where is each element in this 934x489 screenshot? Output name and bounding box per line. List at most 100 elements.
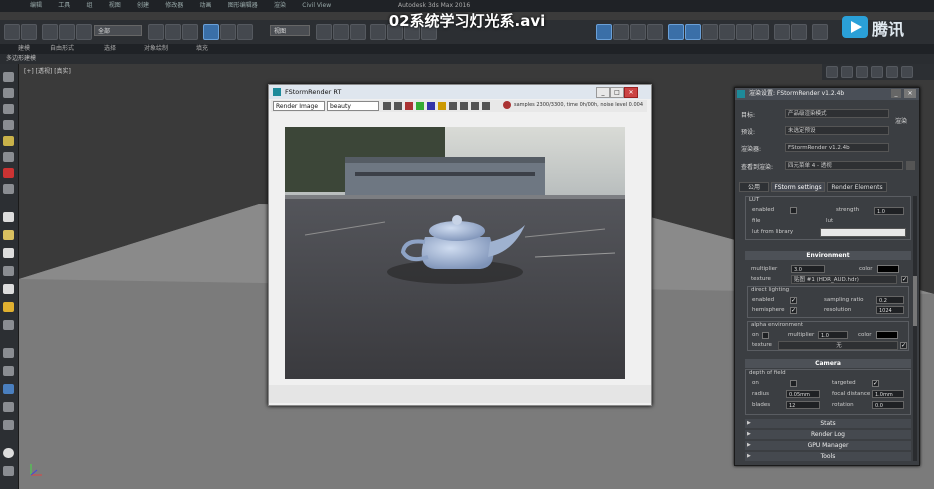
ribbon-tab-populate[interactable]: 填充 (196, 44, 208, 54)
fit-icon[interactable] (471, 102, 479, 110)
tool-icon-2[interactable] (3, 88, 14, 98)
preset-dropdown[interactable]: beauty (327, 101, 379, 111)
region-icon[interactable] (449, 102, 457, 110)
tool-icon-15[interactable] (3, 320, 14, 330)
lut-enabled-checkbox[interactable] (790, 207, 797, 214)
zoom-icon[interactable] (460, 102, 468, 110)
rollout-gpu-manager[interactable]: ▶ GPU Manager (745, 441, 911, 450)
dof-on-label: on (752, 380, 759, 386)
ball-icon[interactable] (3, 448, 14, 458)
environment-header[interactable]: Environment (745, 251, 911, 260)
save-image-icon[interactable] (383, 102, 391, 110)
blue-channel-icon[interactable] (427, 102, 435, 110)
renderer-dropdown[interactable]: FStormRender v1.2.4b (785, 143, 889, 152)
rotation-spinner[interactable]: 0.0 (872, 401, 904, 409)
sampling-ratio-label: sampling ratio (824, 297, 864, 303)
torus-icon[interactable] (3, 266, 14, 276)
channel-dropdown[interactable]: Render Image (273, 101, 325, 111)
minimize-button[interactable]: _ (596, 87, 610, 98)
green-channel-icon[interactable] (416, 102, 424, 110)
tool-icon-20[interactable] (3, 420, 14, 430)
radius-spinner[interactable]: 0.05mm (786, 390, 820, 398)
render-setup-titlebar[interactable]: 渲染设置: FStormRender v1.2.4b _ ✕ (735, 88, 919, 100)
targeted-checkbox[interactable]: ✓ (872, 380, 879, 387)
tool-icon-4[interactable] (3, 120, 14, 130)
hierarchy-tab-icon[interactable] (856, 66, 868, 78)
rollout-render-log[interactable]: ▶ Render Log (745, 430, 911, 439)
globe-icon[interactable] (3, 384, 14, 394)
alpha-on-checkbox[interactable] (762, 332, 769, 339)
alpha-color-swatch[interactable] (876, 331, 898, 339)
maximize-button[interactable]: □ (610, 87, 624, 98)
resolution-spinner[interactable]: 1024 (876, 306, 904, 314)
lut-library-dropdown[interactable] (820, 228, 906, 237)
ribbon-tab-modeling[interactable]: 建模 (18, 44, 30, 54)
pause-icon[interactable] (438, 102, 446, 110)
rs-minimize-button[interactable]: _ (891, 89, 901, 98)
scrollbar-thumb[interactable] (913, 276, 917, 326)
env-color-swatch[interactable] (877, 265, 899, 273)
modify-tab-icon[interactable] (841, 66, 853, 78)
lut-strength-spinner[interactable]: 1.0 (874, 207, 904, 215)
camera-header[interactable]: Camera (745, 359, 911, 368)
utilities-tab-icon[interactable] (901, 66, 913, 78)
alpha-texture-checkbox[interactable]: ✓ (900, 342, 907, 349)
teapot-icon[interactable] (3, 284, 14, 294)
render-button[interactable]: 渲染 (895, 116, 907, 125)
sun-icon[interactable] (3, 302, 14, 312)
focal-distance-spinner[interactable]: 1.0mm (872, 390, 904, 398)
blades-spinner[interactable]: 12 (786, 401, 820, 409)
tool-icon-16[interactable] (3, 348, 14, 358)
tab-fstorm-settings[interactable]: FStorm settings (771, 182, 825, 192)
rollout-stats[interactable]: ▶ Stats (745, 419, 911, 428)
light-icon[interactable] (3, 136, 14, 146)
viewport-label[interactable]: [+] [透视] [真实] (24, 66, 71, 75)
tool-icon-17[interactable] (3, 366, 14, 376)
cylinder-icon[interactable] (3, 248, 14, 258)
target-dropdown[interactable]: 产品级渲染模式 (785, 109, 889, 118)
copy-image-icon[interactable] (394, 102, 402, 110)
env-multiplier-spinner[interactable]: 3.0 (791, 265, 825, 273)
tab-render-elements[interactable]: Render Elements (827, 182, 887, 192)
rs-close-button[interactable]: ✕ (904, 89, 916, 98)
view-to-render-dropdown[interactable]: 四元菜单 4 - 透视 (785, 161, 903, 170)
env-texture-button[interactable]: 贴图 #1 (HDR_AUD.hdr) (791, 275, 897, 284)
render-frame-titlebar[interactable]: FStormRender RT _ □ ✕ (269, 85, 651, 99)
alpha-multiplier-spinner[interactable]: 1.0 (818, 331, 848, 339)
ribbon-tab-object-paint[interactable]: 对象绘制 (144, 44, 168, 54)
clear-icon[interactable] (482, 102, 490, 110)
env-texture-checkbox[interactable]: ✓ (901, 276, 908, 283)
lut-title: LUT (749, 197, 760, 203)
box-icon[interactable] (3, 212, 14, 222)
lock-icon[interactable] (906, 161, 915, 170)
dl-enabled-checkbox[interactable]: ✓ (790, 297, 797, 304)
render-setup-scrollbar[interactable] (913, 196, 917, 461)
display-tab-icon[interactable] (886, 66, 898, 78)
sphere-icon[interactable] (3, 230, 14, 240)
lut-file-value[interactable]: lut (826, 218, 833, 224)
tool-icon-8[interactable] (3, 184, 14, 194)
ribbon-tab-selection[interactable]: 选择 (104, 44, 116, 54)
motion-tab-icon[interactable] (871, 66, 883, 78)
tool-icon-3[interactable] (3, 104, 14, 114)
create-tab-icon[interactable] (826, 66, 838, 78)
tab-common[interactable]: 公用 (739, 182, 769, 192)
dof-on-checkbox[interactable] (790, 380, 797, 387)
stop-render-icon[interactable] (503, 101, 511, 109)
close-button[interactable]: ✕ (624, 87, 638, 98)
red-channel-icon[interactable] (405, 102, 413, 110)
polygon-modeling-label[interactable]: 多边形建模 (6, 54, 36, 64)
expand-icon: ▶ (747, 431, 751, 437)
alpha-texture-button[interactable]: 无 (778, 341, 898, 350)
tool-icon-19[interactable] (3, 402, 14, 412)
render-setup-window: 渲染设置: FStormRender v1.2.4b _ ✕ 目标: 产品级渲染… (734, 87, 920, 466)
render-icon[interactable] (3, 168, 14, 178)
ribbon-tab-freeform[interactable]: 自由形式 (50, 44, 74, 54)
rollout-tools[interactable]: ▶ Tools (745, 452, 911, 461)
tool-icon-1[interactable] (3, 72, 14, 82)
tool-icon-6[interactable] (3, 152, 14, 162)
sampling-ratio-spinner[interactable]: 0.2 (876, 296, 904, 304)
preset-dropdown-rs[interactable]: 未选定预设 (785, 126, 889, 135)
tool-icon-22[interactable] (3, 466, 14, 476)
hemisphere-checkbox[interactable]: ✓ (790, 307, 797, 314)
